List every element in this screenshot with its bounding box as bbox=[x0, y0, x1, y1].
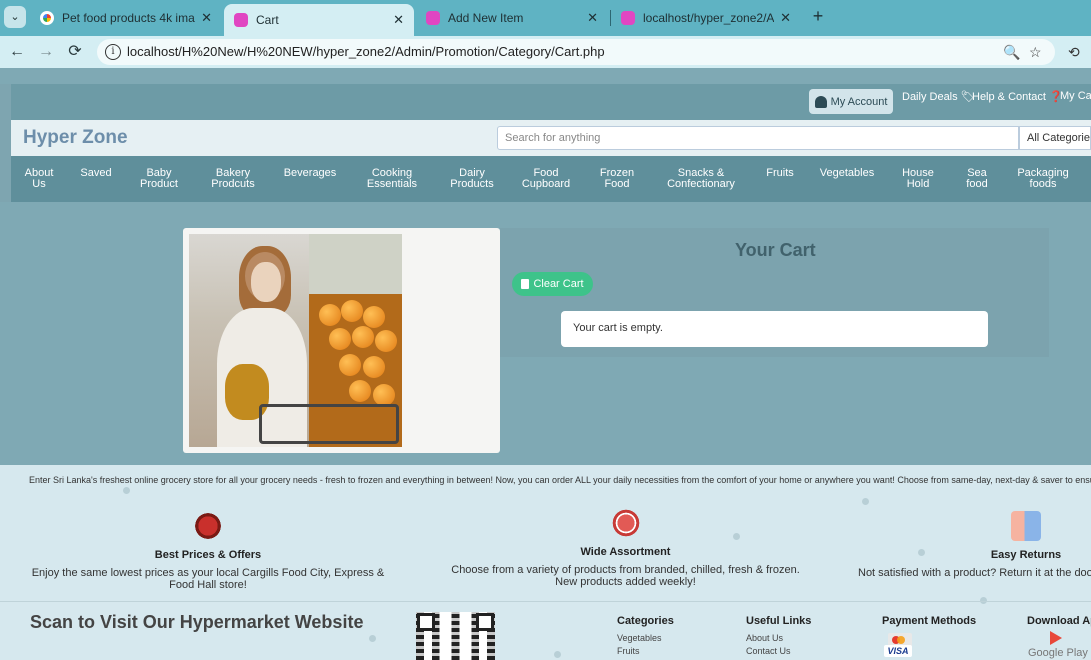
brand-bar: Hyper Zone Search for anything All Categ… bbox=[11, 120, 1091, 156]
feature-best-prices: Best Prices & Offers Enjoy the same lowe… bbox=[20, 511, 396, 591]
best-price-icon bbox=[193, 511, 223, 541]
feature-wide-assortment: Wide Assortment Choose from a variety of… bbox=[447, 508, 804, 588]
site-info-icon[interactable]: i bbox=[105, 44, 121, 60]
qr-finder bbox=[476, 613, 494, 631]
clear-cart-button[interactable]: Clear Cart bbox=[512, 272, 593, 296]
close-icon[interactable]: ✕ bbox=[201, 10, 212, 26]
card-payment-icon: VISA bbox=[884, 633, 914, 657]
daily-deals-link[interactable]: Daily Deals 🏷 bbox=[902, 90, 975, 103]
empty-cart-message: Your cart is empty. bbox=[561, 311, 988, 347]
site-header: My Account Daily Deals 🏷 Help & Contact … bbox=[11, 84, 1091, 202]
feature-desc: Enjoy the same lowest prices as your loc… bbox=[31, 567, 385, 591]
google-icon bbox=[40, 11, 54, 25]
app-icon bbox=[234, 13, 248, 27]
divider bbox=[0, 601, 1091, 602]
feature-desc: Not satisfied with a product? Return it … bbox=[858, 567, 1091, 579]
category-nav: About Us Saved Baby Product Bakery Prodcuts… bbox=[11, 156, 1091, 202]
qr-finder bbox=[417, 613, 435, 631]
footer-link-fruits[interactable]: Fruits bbox=[617, 646, 640, 656]
feature-easy-returns: Easy Returns Not satisfied with a produc… bbox=[846, 511, 1091, 579]
payment-methods-title: Payment Methods bbox=[882, 615, 977, 627]
nav-beverages[interactable]: Beverages bbox=[265, 168, 355, 179]
tab-search-menu-icon[interactable]: ⌄ bbox=[4, 6, 26, 28]
marquee-text: Enter Sri Lanka's freshest online grocer… bbox=[29, 475, 1091, 485]
feature-desc: Choose from a variety of products from b… bbox=[451, 564, 800, 588]
browser-toolbar: ← → ⟳ i localhost/H%20New/H%20NEW/hyper_… bbox=[0, 36, 1091, 68]
top-strip: My Account Daily Deals 🏷 Help & Contact … bbox=[11, 84, 1091, 120]
tab-title: Cart bbox=[256, 13, 279, 27]
user-icon bbox=[814, 95, 827, 108]
returns-icon bbox=[1011, 511, 1041, 541]
tab-title: localhost/hyper_zone2/Admin/Pr bbox=[643, 11, 775, 25]
zoom-icon[interactable]: 🔍 bbox=[1003, 44, 1020, 61]
browser-tab-bar: ⌄ Pet food products 4k images - P ✕ Cart… bbox=[0, 0, 1091, 36]
page-content: My Account Daily Deals 🏷 Help & Contact … bbox=[0, 68, 1091, 660]
clear-cart-label: Clear Cart bbox=[533, 278, 584, 290]
nav-frozen-food[interactable]: Frozen Food bbox=[572, 168, 662, 190]
assortment-icon bbox=[610, 508, 641, 538]
nav-snacks-confectionary[interactable]: Snacks & Confectionary bbox=[656, 168, 746, 190]
category-select[interactable]: All Categories bbox=[1019, 126, 1091, 150]
my-account-label: My Account bbox=[830, 95, 888, 108]
feature-title: Best Prices & Offers bbox=[154, 549, 262, 561]
google-play-label[interactable]: Google Play bbox=[1028, 647, 1088, 659]
close-icon[interactable]: ✕ bbox=[393, 12, 404, 28]
nav-packaging-foods[interactable]: Packaging foods bbox=[998, 168, 1088, 190]
bookmark-star-icon[interactable]: ☆ bbox=[1029, 44, 1042, 61]
my-account-button[interactable]: My Account bbox=[809, 89, 893, 114]
help-contact-link[interactable]: Help & Contact ❓ bbox=[972, 90, 1063, 103]
shopper-photo bbox=[189, 234, 402, 447]
tab-title: Pet food products 4k images - P bbox=[62, 11, 195, 25]
reload-icon[interactable]: ⟳ bbox=[63, 40, 87, 64]
url-text: localhost/H%20New/H%20NEW/hyper_zone2/Ad… bbox=[127, 44, 605, 59]
tab-add-new-item[interactable]: Add New Item ✕ bbox=[416, 4, 608, 32]
tab-localhost-admin[interactable]: localhost/hyper_zone2/Admin/Pr ✕ bbox=[611, 4, 801, 32]
scan-title: Scan to Visit Our Hypermarket Website bbox=[30, 612, 364, 632]
download-app-title: Download Ap bbox=[1027, 615, 1091, 627]
app-icon bbox=[426, 11, 440, 25]
trash-icon bbox=[521, 279, 530, 289]
footer-link-about-us[interactable]: About Us bbox=[746, 633, 783, 643]
brand-logo[interactable]: Hyper Zone bbox=[23, 127, 128, 149]
address-bar[interactable]: i localhost/H%20New/H%20NEW/hyper_zone2/… bbox=[97, 39, 1055, 65]
tab-title: Add New Item bbox=[448, 11, 524, 25]
feature-title: Wide Assortment bbox=[580, 546, 671, 558]
close-icon[interactable]: ✕ bbox=[780, 10, 791, 26]
tab-pet-food[interactable]: Pet food products 4k images - P ✕ bbox=[30, 4, 222, 32]
search-input[interactable]: Search for anything bbox=[497, 126, 1019, 150]
footer-link-vegetables[interactable]: Vegetables bbox=[617, 633, 662, 643]
cart-title: Your Cart bbox=[735, 240, 816, 260]
useful-links-title: Useful Links bbox=[746, 615, 812, 627]
categories-title: Categories bbox=[617, 615, 674, 627]
feature-title: Easy Returns bbox=[990, 549, 1062, 561]
app-icon bbox=[621, 11, 635, 25]
extension-icon[interactable]: ⟲ bbox=[1068, 44, 1086, 62]
close-icon[interactable]: ✕ bbox=[587, 10, 598, 26]
forward-icon[interactable]: → bbox=[34, 40, 58, 64]
new-tab-button[interactable]: + bbox=[808, 6, 828, 26]
nav-cooking-essentials[interactable]: Cooking Essentials bbox=[347, 168, 437, 190]
footer-link-contact-us[interactable]: Contact Us bbox=[746, 646, 791, 656]
my-cart-link[interactable]: My Car bbox=[1060, 90, 1091, 102]
back-icon[interactable]: ← bbox=[5, 40, 29, 64]
cart-image-card bbox=[183, 228, 500, 453]
info-section: Enter Sri Lanka's freshest online grocer… bbox=[0, 465, 1091, 660]
tab-cart[interactable]: Cart ✕ bbox=[224, 4, 414, 36]
google-play-icon[interactable] bbox=[1050, 631, 1062, 645]
